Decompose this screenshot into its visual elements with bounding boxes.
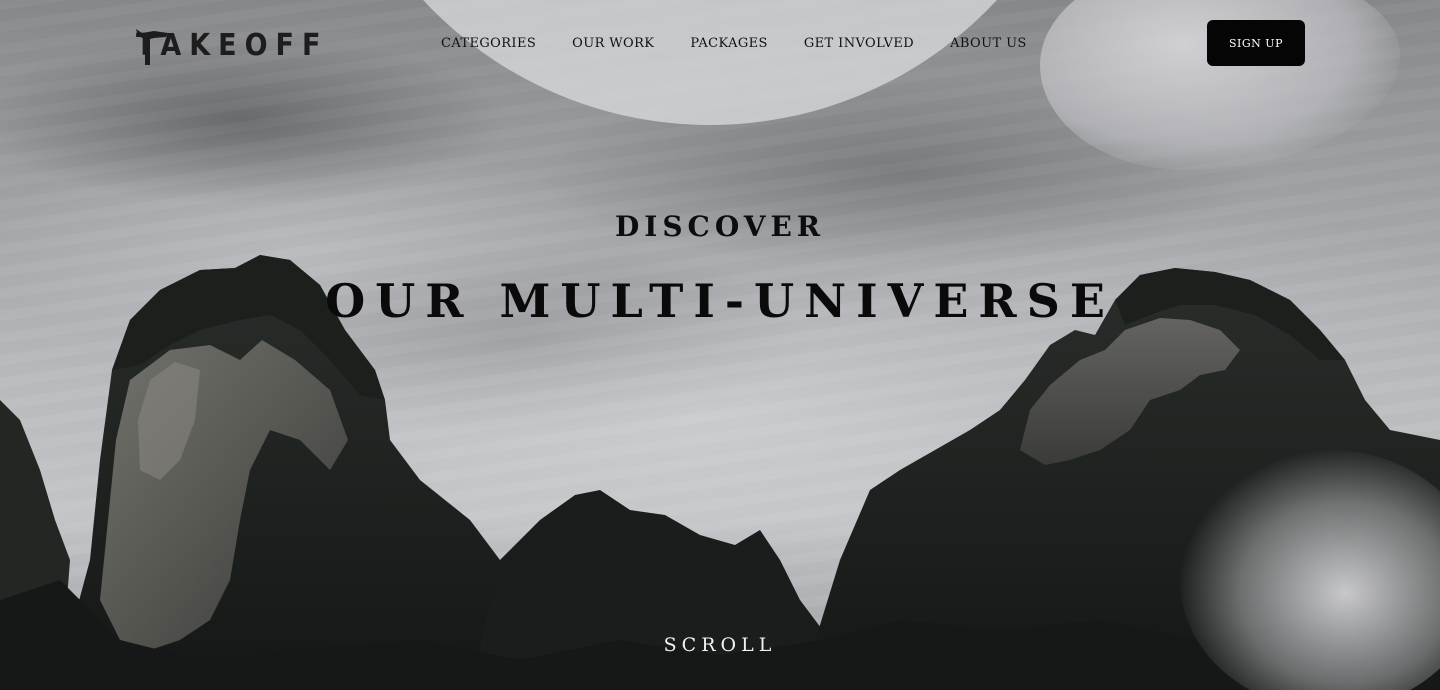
- main-nav: CATEGORIES OUR WORK PACKAGES GET INVOLVE…: [441, 36, 1027, 51]
- hero-section: [0, 0, 1440, 690]
- scroll-indicator[interactable]: SCROLL: [0, 634, 1440, 656]
- logo-text: TAKEOFF: [136, 27, 329, 63]
- sign-up-button[interactable]: SIGN UP: [1207, 20, 1305, 66]
- top-navbar: TAKEOFF CATEGORIES OUR WORK PACKAGES GET…: [0, 0, 1440, 90]
- nav-link-about-us[interactable]: ABOUT US: [950, 36, 1027, 51]
- nav-link-categories[interactable]: CATEGORIES: [441, 36, 536, 51]
- hero-title: OUR MULTI-UNIVERSE: [325, 274, 1115, 328]
- nav-link-our-work[interactable]: OUR WORK: [572, 36, 654, 51]
- hero-eyebrow: DISCOVER: [614, 210, 826, 243]
- nav-link-get-involved[interactable]: GET INVOLVED: [804, 36, 914, 51]
- takeoff-logo[interactable]: TAKEOFF: [136, 25, 328, 65]
- nav-link-packages[interactable]: PACKAGES: [690, 36, 767, 51]
